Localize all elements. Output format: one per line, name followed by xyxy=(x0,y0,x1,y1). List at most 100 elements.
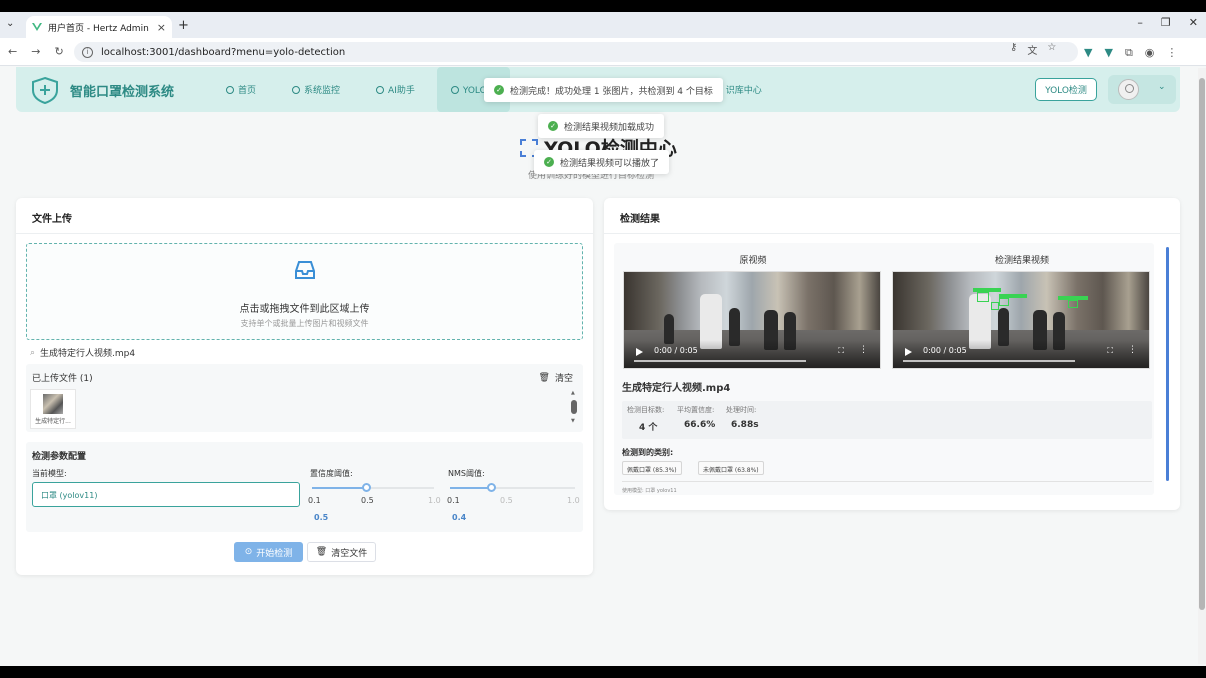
star-icon[interactable]: ☆ xyxy=(1047,42,1056,57)
app-root: ⌄ 用户首页 - Hertz Admin × + – ❐ ✕ ← → ↻ i l… xyxy=(0,0,1206,678)
slider-knob[interactable] xyxy=(362,483,371,492)
tab-close-icon[interactable]: × xyxy=(157,21,166,34)
more-icon[interactable]: ⋮ xyxy=(1128,345,1137,355)
clear-files-button[interactable]: 🗑 清空文件 xyxy=(307,542,376,562)
site-info-icon[interactable]: i xyxy=(82,46,93,58)
fullscreen-icon[interactable]: ⛶ xyxy=(1107,346,1113,356)
success-check-icon: ✓ xyxy=(548,121,558,131)
tab-title: 用户首页 - Hertz Admin xyxy=(48,23,149,34)
page-scrollbar[interactable] xyxy=(1198,68,1206,664)
video-progress[interactable] xyxy=(903,360,1075,362)
vue-devtools-icon-2[interactable]: ▼ xyxy=(1104,46,1112,60)
nms-slider[interactable] xyxy=(450,483,575,492)
forward-icon[interactable]: → xyxy=(31,45,40,58)
brand-title: 智能口罩检测系统 xyxy=(70,85,175,100)
model-select[interactable]: 口罩 (yolov11) xyxy=(32,482,300,507)
classes-title: 检测到的类别: xyxy=(622,448,674,457)
nms-mid: 0.5 xyxy=(500,496,513,505)
extension-icons: ▼ ▼ ⧉ ◉ ⋮ xyxy=(1084,46,1177,60)
uploaded-scrollbar[interactable]: ▲ ▼ xyxy=(571,390,577,424)
selected-file-name: 生成特定行人视频.mp4 xyxy=(40,349,136,359)
detection-box xyxy=(991,302,999,310)
conf-slider[interactable] xyxy=(312,483,434,492)
stat-value: 6.88s xyxy=(731,420,759,430)
start-detection-button[interactable]: ⊙ 开始检测 xyxy=(234,542,303,562)
menu-item-monitor[interactable]: 系统监控 xyxy=(292,67,340,112)
nms-value: 0.4 xyxy=(452,513,467,522)
menu-item-ai-assistant[interactable]: AI助手 xyxy=(376,67,415,112)
thumbnail-image xyxy=(43,394,63,414)
avatar[interactable] xyxy=(1118,79,1139,100)
nms-min: 0.1 xyxy=(447,496,460,505)
play-icon[interactable] xyxy=(905,348,912,356)
menu-item-home[interactable]: 首页 xyxy=(226,67,256,112)
slider-knob[interactable] xyxy=(487,483,496,492)
restore-icon[interactable]: ❐ xyxy=(1161,16,1171,29)
scroll-down-icon[interactable]: ▼ xyxy=(571,418,575,424)
vue-devtools-icon[interactable]: ▼ xyxy=(1084,46,1092,60)
fullscreen-icon[interactable]: ⛶ xyxy=(838,346,844,356)
new-tab-icon[interactable]: + xyxy=(178,18,189,33)
address-bar: ← → ↻ i localhost:3001/dashboard?menu=yo… xyxy=(0,38,1206,66)
yolo-detect-button[interactable]: YOLO检测 xyxy=(1035,78,1097,101)
success-check-icon: ✓ xyxy=(494,85,504,95)
stat-avg-confidence: 平均置信度: 66.6% xyxy=(677,405,715,430)
original-video[interactable]: 0:00 / 0:05 ⛶ ⋮ xyxy=(623,271,881,369)
translate-icon[interactable]: 文 xyxy=(1027,42,1037,57)
toast-text: 检测结果视频加载成功 xyxy=(564,122,655,133)
results-panel: 原视频 检测结果视频 0:00 / 0:05 ⛶ ⋮ 0:00 / 0:05 ⛶… xyxy=(614,243,1154,495)
selected-file[interactable]: ⌕ 生成特定行人视频.mp4 xyxy=(30,346,136,360)
result-stats: 检测目标数: 4 个 平均置信度: 66.6% 处理时间: 6.88s xyxy=(622,401,1152,439)
play-circle-icon: ⊙ xyxy=(244,547,253,557)
browser-menu-icon[interactable]: ⋮ xyxy=(1166,46,1177,60)
slider-fill xyxy=(312,487,366,489)
start-label: 开始检测 xyxy=(256,548,293,559)
stat-value: 66.6% xyxy=(684,420,716,430)
results-scrollbar[interactable] xyxy=(1166,247,1169,481)
conf-min: 0.1 xyxy=(308,496,321,505)
key-icon[interactable]: ⚷ xyxy=(1010,42,1017,57)
menu-label: 首页 xyxy=(238,86,257,96)
extensions-icon[interactable]: ⧉ xyxy=(1125,46,1133,60)
user-dropdown[interactable]: ⌄ xyxy=(1108,75,1176,104)
conf-max: 1.0 xyxy=(428,496,441,505)
minimize-icon[interactable]: – xyxy=(1137,16,1143,29)
result-file-name: 生成特定行人视频.mp4 xyxy=(622,383,731,394)
url-input[interactable]: i localhost:3001/dashboard?menu=yolo-det… xyxy=(74,42,1078,62)
video-controls: 0:00 / 0:05 ⛶ ⋮ xyxy=(624,340,880,368)
detection-box xyxy=(999,298,1009,306)
tab-search-icon[interactable]: ⌄ xyxy=(6,18,14,29)
reload-icon[interactable]: ↻ xyxy=(54,45,63,58)
back-icon[interactable]: ← xyxy=(8,45,17,58)
dashboard-icon xyxy=(226,85,234,94)
params-panel: 检测参数配置 当前模型: 口罩 (yolov11) 置信度阈值: 0.1 0.5… xyxy=(26,442,583,532)
stat-key: 处理时间: xyxy=(726,406,757,414)
clear-uploaded-button[interactable]: 🗑 清空 xyxy=(539,371,573,385)
chat-icon xyxy=(376,85,385,94)
video-progress[interactable] xyxy=(634,360,806,362)
stat-process-time: 处理时间: 6.88s xyxy=(726,405,759,430)
menu-item-knowledge[interactable]: 识库中心 xyxy=(726,67,762,112)
upload-dropzone[interactable]: 点击或拖拽文件到此区域上传 支持单个或批量上传图片和视频文件 xyxy=(26,243,583,340)
file-thumbnail[interactable]: 生成特定行... xyxy=(30,389,76,429)
nms-max: 1.0 xyxy=(567,496,580,505)
toast-video-loaded: ✓ 检测结果视频加载成功 xyxy=(538,114,665,138)
detection-label xyxy=(999,294,1027,298)
params-title: 检测参数配置 xyxy=(32,452,87,462)
result-video[interactable]: 0:00 / 0:05 ⛶ ⋮ xyxy=(892,271,1150,369)
conf-value: 0.5 xyxy=(314,513,329,522)
detection-label xyxy=(1058,296,1088,300)
scroll-up-icon[interactable]: ▲ xyxy=(571,390,575,396)
play-icon[interactable] xyxy=(636,348,643,356)
page-scrollbar-thumb[interactable] xyxy=(1199,78,1205,610)
scrollbar-thumb[interactable] xyxy=(571,400,577,414)
vue-logo-icon xyxy=(32,23,42,31)
model-label: 当前模型: xyxy=(32,469,67,478)
profile-icon[interactable]: ◉ xyxy=(1145,46,1155,60)
more-icon[interactable]: ⋮ xyxy=(859,345,868,355)
browser-tab[interactable]: 用户首页 - Hertz Admin × xyxy=(26,16,172,38)
window-close-icon[interactable]: ✕ xyxy=(1189,16,1198,29)
video-controls: 0:00 / 0:05 ⛶ ⋮ xyxy=(893,340,1149,368)
detection-box xyxy=(1068,300,1078,308)
toast-detection-complete: ✓ 检测完成！成功处理 1 张图片，共检测到 4 个目标 xyxy=(484,78,723,102)
